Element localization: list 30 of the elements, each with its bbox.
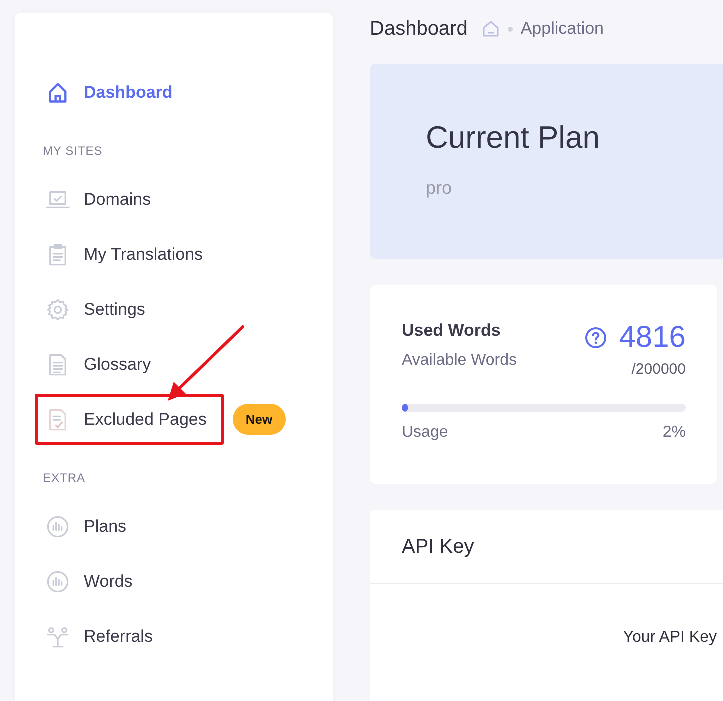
section-heading: MY SITES	[43, 144, 104, 158]
separator-dot-icon	[508, 26, 513, 32]
sidebar-item[interactable]: Excluded Pages	[35, 394, 224, 445]
sidebar-item[interactable]: My Translations	[35, 229, 220, 280]
breadcrumb-link[interactable]: Application	[520, 19, 604, 39]
available-words-count: /200000	[632, 361, 686, 378]
sidebar-item[interactable]: Dashboard	[35, 67, 190, 118]
available-words-label: Available Words	[402, 352, 518, 370]
usage-label: Usage	[402, 424, 448, 442]
sidebar-item[interactable]: Glossary	[35, 339, 168, 390]
card-title: API Key	[370, 510, 723, 584]
page-title: Dashboard	[370, 18, 468, 40]
plan-title: Current Plan	[426, 120, 602, 156]
plan-name: pro	[426, 178, 454, 199]
gear-icon	[46, 298, 70, 322]
used-words-count: 4816	[619, 321, 686, 355]
api-key-label: Your API Key	[623, 629, 717, 647]
chart-circle-icon	[46, 570, 70, 594]
sidebar-item[interactable]: Plans	[35, 501, 144, 552]
help-icon[interactable]	[585, 327, 608, 349]
sidebar-item[interactable]: Words	[35, 556, 150, 607]
sidebar-item[interactable]: Referrals	[35, 611, 170, 662]
sidebar-item[interactable]: Domains	[35, 174, 168, 225]
chart-circle-icon	[46, 514, 70, 538]
used-words-label: Used Words	[402, 321, 502, 341]
section-heading: EXTRA	[43, 471, 87, 485]
people-icon	[46, 624, 70, 648]
new-badge: New	[232, 404, 286, 435]
sidebar-item[interactable]: Settings	[35, 284, 162, 335]
usage-percent: 2%	[662, 424, 686, 442]
